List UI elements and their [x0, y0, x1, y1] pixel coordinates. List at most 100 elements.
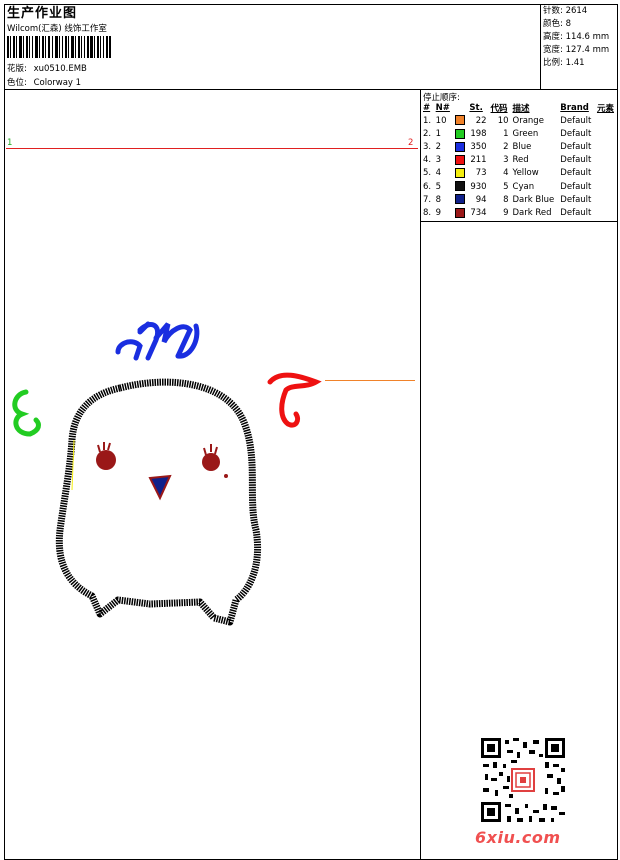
color-list-divider	[420, 221, 618, 222]
row-code: 1	[503, 128, 509, 139]
barcode-icon	[7, 36, 111, 58]
col-swatch	[453, 102, 468, 114]
row-stitches: 198	[470, 128, 487, 139]
row-stitches: 930	[470, 181, 487, 192]
left-eye	[96, 442, 116, 470]
color-row: 4. 3 211 3 Red Default	[421, 154, 617, 167]
color-row: 5. 4 73 4 Yellow Default	[421, 167, 617, 180]
body-outline	[55, 378, 262, 626]
col-elem: 元素	[596, 104, 614, 114]
stat-height: 高度: 114.6 mm	[543, 32, 610, 42]
row-desc: Yellow	[512, 168, 539, 179]
stat-width: 宽度: 127.4 mm	[543, 45, 610, 55]
color-swatch	[454, 141, 465, 152]
row-brand: Default	[560, 128, 592, 139]
row-stitches: 73	[475, 168, 487, 179]
color-table-header: # N# St. 代码 描述 Brand 元素	[421, 102, 617, 114]
color-row: 7. 8 94 8 Dark Blue Default	[421, 193, 617, 206]
row-brand: Default	[560, 141, 592, 152]
row-desc: Dark Blue	[512, 194, 555, 205]
row-elem	[595, 140, 617, 153]
row-desc: Cyan	[512, 181, 535, 192]
row-elem	[595, 127, 617, 140]
page-title: 生产作业图	[7, 6, 78, 21]
row-brand: Default	[560, 168, 592, 179]
row-n: 8	[435, 194, 442, 205]
col-index: #	[423, 103, 431, 113]
row-n: 5	[435, 181, 442, 192]
row-swatch	[453, 140, 468, 153]
row-desc: Dark Red	[512, 207, 552, 218]
color-swatch	[454, 115, 465, 126]
color-row: 8. 9 734 9 Dark Red Default	[421, 206, 617, 219]
row-elem	[595, 206, 617, 219]
row-n: 4	[435, 168, 442, 179]
row-code: 3	[503, 155, 509, 166]
qr-code-icon	[481, 738, 565, 822]
colorway-value: Colorway 1	[33, 78, 82, 88]
row-code: 10	[497, 115, 509, 126]
row-swatch	[453, 193, 468, 206]
row-brand: Default	[560, 155, 592, 166]
color-row: 3. 2 350 2 Blue Default	[421, 140, 617, 153]
row-elem	[595, 114, 617, 127]
marker-end: 2	[408, 138, 414, 148]
row-desc: Orange	[512, 115, 544, 126]
row-code: 2	[503, 141, 509, 152]
color-swatch	[454, 168, 465, 179]
row-desc: Green	[512, 128, 539, 139]
color-row: 2. 1 198 1 Green Default	[421, 127, 617, 140]
row-brand: Default	[560, 207, 592, 218]
row-n: 2	[435, 141, 442, 152]
row-index: 3.	[423, 141, 432, 152]
watermark: 6xiu.com	[475, 828, 561, 847]
row-code: 9	[503, 207, 509, 218]
color-swatch	[454, 154, 465, 165]
row-stitches: 94	[475, 194, 487, 205]
stat-scale: 比例: 1.41	[543, 58, 585, 68]
color-row: 6. 5 930 5 Cyan Default	[421, 180, 617, 193]
row-swatch	[453, 180, 468, 193]
design-value: xu0510.EMB	[33, 64, 87, 74]
row-swatch	[453, 206, 468, 219]
row-n: 10	[435, 115, 447, 126]
color-swatch	[454, 181, 465, 192]
col-n: N#	[435, 103, 450, 113]
colorway-label: 色位:	[7, 78, 27, 88]
row-stitches: 734	[470, 207, 487, 218]
row-index: 6.	[423, 181, 432, 192]
row-index: 4.	[423, 155, 432, 166]
header-divider	[540, 4, 541, 90]
color-swatch	[454, 207, 465, 218]
design-label: 花版:	[7, 64, 27, 74]
color-row: 1. 10 22 10 Orange Default	[421, 114, 617, 127]
row-index: 2.	[423, 128, 432, 139]
row-code: 8	[503, 194, 509, 205]
row-stitches: 211	[470, 155, 487, 166]
row-n: 1	[435, 128, 442, 139]
row-swatch	[453, 154, 468, 167]
row-index: 1.	[423, 115, 432, 126]
marker-start: 1	[7, 138, 13, 148]
yellow-detail	[71, 439, 75, 491]
row-index: 8.	[423, 207, 432, 218]
start-end-line	[6, 148, 418, 149]
red-curl	[267, 372, 322, 428]
row-brand: Default	[560, 115, 592, 126]
row-elem	[595, 193, 617, 206]
col-brand: Brand	[560, 103, 589, 113]
colorway: 色位: Colorway 1	[7, 76, 81, 88]
row-code: 5	[503, 181, 509, 192]
row-stitches: 350	[470, 141, 487, 152]
row-code: 4	[503, 168, 509, 179]
col-st: St.	[469, 103, 483, 113]
design-stats: 针数: 2614 颜色: 8 高度: 114.6 mm 宽度: 127.4 mm…	[543, 5, 609, 70]
design-file: 花版: xu0510.EMB	[7, 62, 87, 74]
color-swatch	[454, 194, 465, 205]
company-name: Wilcom(汇森) 线饰工作室	[7, 24, 107, 34]
row-elem	[595, 154, 617, 167]
row-index: 7.	[423, 194, 432, 205]
stat-stitches: 针数: 2614	[543, 6, 588, 16]
row-n: 9	[435, 207, 442, 218]
row-n: 3	[435, 155, 442, 166]
